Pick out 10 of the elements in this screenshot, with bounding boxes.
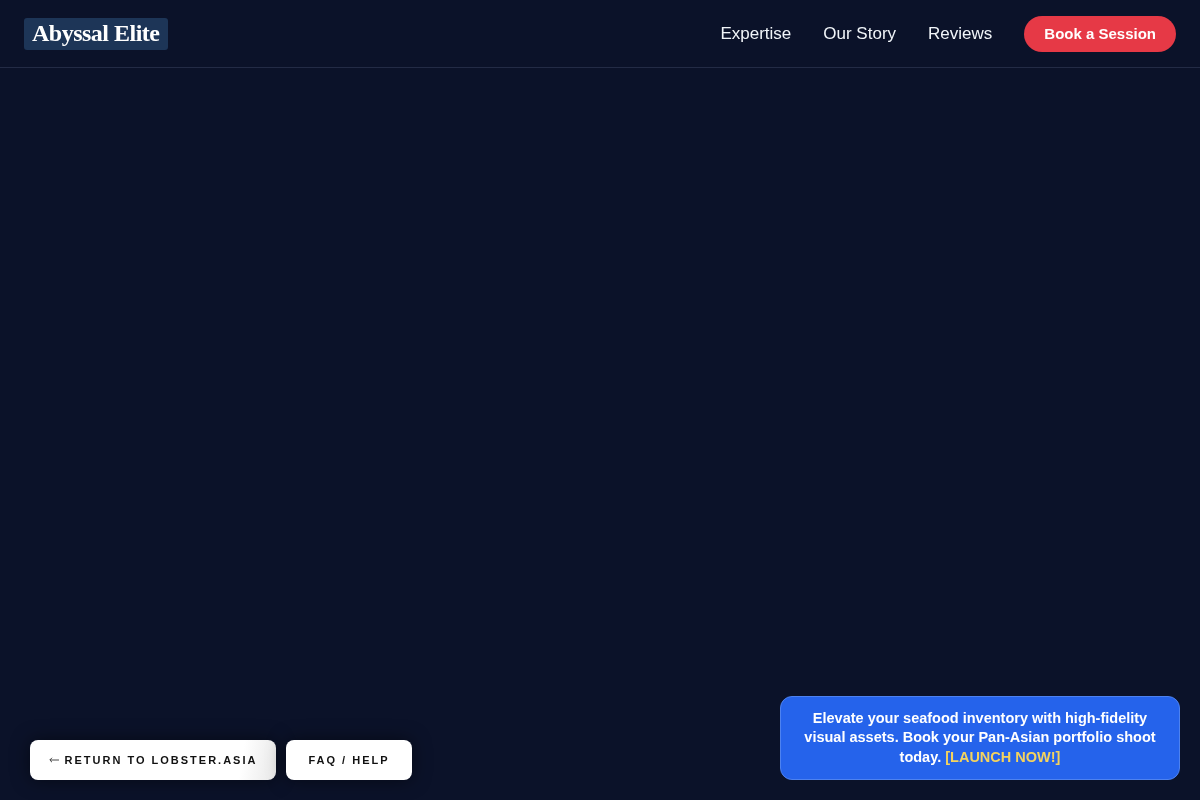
footer-button[interactable]: FAQ / HELP: [286, 740, 412, 780]
logo-link[interactable]: Abyssal Elite: [24, 17, 168, 50]
launch-link[interactable]: [LAUNCH NOW!]: [945, 748, 1061, 765]
nav-link[interactable]: Our Story: [823, 23, 897, 44]
footer-button[interactable]: RETURN TO LOBSTER.ASIA: [30, 740, 276, 780]
promo-text: Elevate your seafood inventory with high-fidelity visual assets. Book your Pan-Asian portfolio shoot today. [LAUNCH NOW!]: [803, 708, 1157, 767]
nav-link[interactable]: Reviews: [928, 23, 993, 44]
book-session-button[interactable]: Book a Session: [1024, 15, 1176, 52]
nav-link[interactable]: Expertise: [720, 23, 792, 44]
arrow-left-icon: [48, 757, 59, 763]
